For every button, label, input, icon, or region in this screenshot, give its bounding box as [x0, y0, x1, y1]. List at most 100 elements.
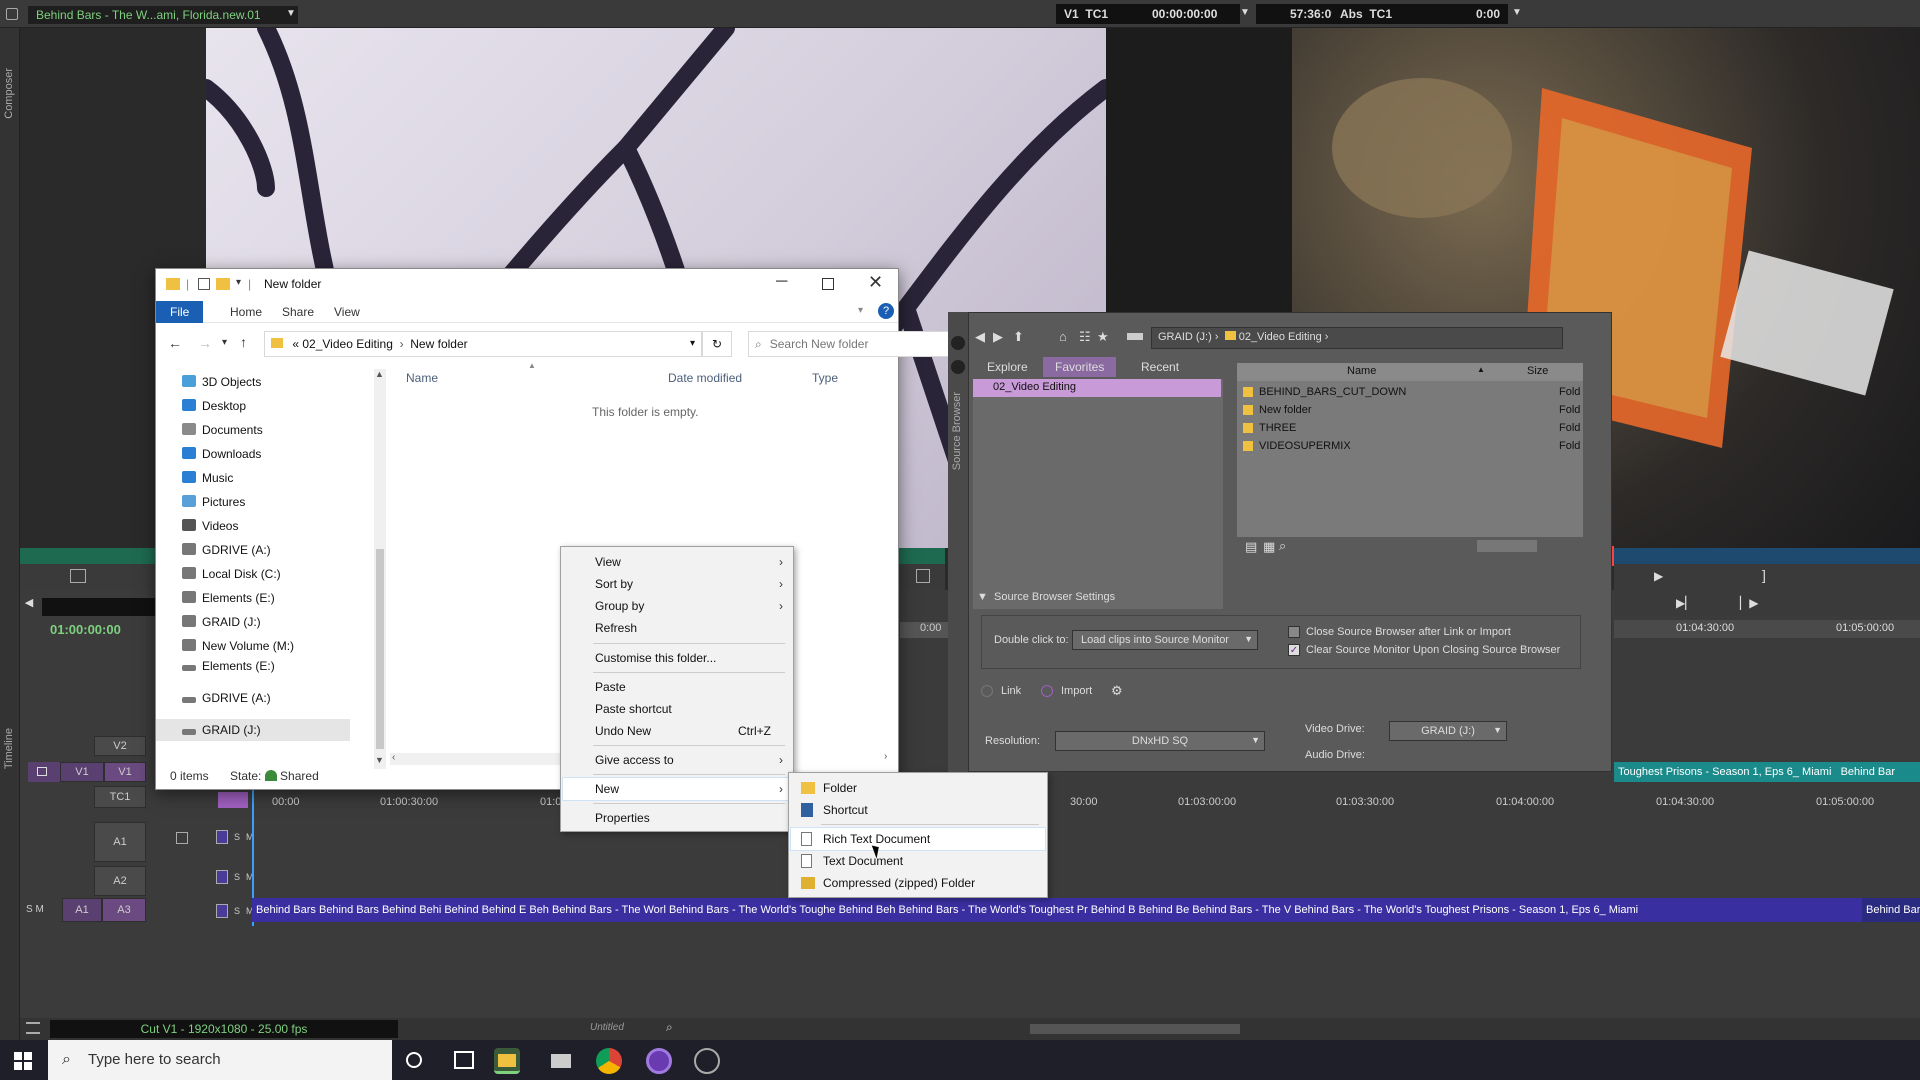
solo-toggle[interactable]: S [26, 904, 33, 915]
column-header-name[interactable]: Name [406, 371, 438, 385]
track-header-a1[interactable]: A1 [94, 822, 146, 862]
audio-record-icon[interactable] [216, 870, 228, 884]
mute-toggle[interactable]: M [35, 904, 43, 915]
explorer-titlebar[interactable]: | ▾ | New folder ─ ✕ [156, 269, 898, 301]
menu-item-paste[interactable]: Paste [563, 676, 791, 698]
scroll-thumb[interactable] [376, 549, 384, 749]
file-row[interactable]: VIDEOSUPERMIX Fold [1237, 437, 1583, 455]
forward-arrow-icon[interactable]: → [198, 335, 212, 351]
chevron-down-icon[interactable]: ▾ [690, 338, 695, 349]
drive-icon[interactable] [1127, 333, 1143, 340]
chevron-right-icon[interactable]: › [396, 337, 407, 351]
record-position-bar[interactable] [1614, 548, 1920, 564]
menu-item-give-access[interactable]: Give access to › [563, 749, 791, 771]
resolution-select[interactable]: DNxHD SQ ▼ [1055, 731, 1265, 751]
recent-locations-icon[interactable]: ▾ [222, 337, 227, 348]
clip-menu-icon[interactable] [70, 569, 86, 583]
position-indicator[interactable] [1612, 546, 1614, 566]
file-explorer-taskbar-icon[interactable] [494, 1048, 520, 1074]
menu-icon[interactable] [26, 1022, 40, 1034]
tab-favorites[interactable]: Favorites [1043, 357, 1117, 377]
menu-item-properties[interactable]: Properties [563, 807, 791, 829]
sequence-name[interactable]: Untitled [590, 1022, 624, 1033]
favorite-item[interactable]: 02_Video Editing [973, 379, 1221, 397]
step-forward-icon[interactable]: ▶▏ [1676, 596, 1694, 610]
import-radio[interactable] [1041, 685, 1053, 697]
up-arrow-icon[interactable]: ⬆ [1013, 329, 1024, 345]
tab-explore[interactable]: Explore [975, 357, 1040, 377]
collapse-icon[interactable]: ▼ [977, 591, 988, 603]
composer-menu-icon[interactable] [6, 8, 18, 20]
submenu-item-folder[interactable]: Folder [791, 777, 1045, 799]
close-icon[interactable] [951, 336, 965, 350]
source-track-v1[interactable] [28, 762, 60, 782]
nav-item[interactable]: Music [182, 467, 233, 489]
tab-recent[interactable]: Recent [1129, 357, 1191, 377]
back-arrow-icon[interactable]: ← [168, 335, 182, 351]
source-browser-path[interactable]: GRAID (J:) › 02_Video Editing › [1151, 327, 1563, 349]
tab-home[interactable]: Home [222, 303, 270, 323]
column-header-name[interactable]: Name [1347, 365, 1376, 377]
column-header-type[interactable]: Type [812, 371, 838, 385]
path-segment[interactable]: GRAID (J:) [1158, 331, 1212, 343]
chevron-down-icon[interactable]: ▼ [1512, 7, 1522, 18]
nav-item[interactable]: New Volume (M:) [182, 635, 294, 657]
menu-item-paste-shortcut[interactable]: Paste shortcut [563, 698, 791, 720]
chevron-right-icon[interactable]: › [1215, 331, 1219, 343]
solo-toggle[interactable]: S [234, 832, 240, 842]
close-icon[interactable] [951, 360, 965, 374]
address-bar[interactable]: « 02_Video Editing › New folder ▾ [264, 331, 702, 357]
nav-item[interactable]: 3D Objects [182, 371, 261, 393]
address-overflow[interactable]: « [292, 337, 299, 351]
home-icon[interactable]: ⌂ [1059, 329, 1067, 344]
chevron-right-icon[interactable]: › [1325, 331, 1329, 343]
gear-icon[interactable]: ⚙ [1111, 683, 1123, 699]
menu-item-undo-new[interactable]: Undo New Ctrl+Z [563, 720, 791, 742]
solo-toggle[interactable]: S [234, 872, 240, 882]
forward-arrow-icon[interactable]: ▶ [993, 329, 1003, 345]
submenu-item-rich-text[interactable]: Rich Text Document [790, 827, 1046, 851]
submenu-item-shortcut[interactable]: Shortcut [791, 799, 1045, 821]
go-to-end-icon[interactable]: ▏▶ [1740, 596, 1758, 610]
settings-header[interactable]: ▼ Source Browser Settings [977, 591, 1597, 605]
menu-item-group-by[interactable]: Group by › [563, 595, 791, 617]
a3-clip-strip[interactable]: Behind Bars Behind Bars Behind Behi Behi… [252, 898, 1862, 922]
track-header-tc1[interactable]: TC1 [94, 786, 146, 808]
app-taskbar-icon[interactable] [694, 1048, 720, 1074]
play-icon[interactable]: ▶ [1654, 569, 1663, 583]
play-back-icon[interactable]: ◀ [20, 590, 38, 616]
search-icon[interactable]: ⌕ [1279, 538, 1286, 554]
scroll-left-icon[interactable]: ‹ [392, 752, 395, 763]
task-view-icon[interactable] [454, 1051, 474, 1069]
double-click-select[interactable]: Load clips into Source Monitor ▼ [1072, 630, 1258, 650]
hierarchy-icon[interactable]: ☷ [1079, 329, 1091, 345]
mail-taskbar-icon[interactable] [548, 1048, 574, 1074]
video-drive-select[interactable]: GRAID (J:) ▼ [1389, 721, 1507, 741]
windows-start-icon[interactable] [14, 1052, 32, 1070]
project-title[interactable]: Behind Bars - The W...ami, Florida.new.0… [28, 6, 298, 24]
minimize-button[interactable]: ─ [776, 273, 787, 291]
track-header-a2[interactable]: A2 [94, 866, 146, 896]
nav-item-drive[interactable]: GRAID (J:) [156, 719, 350, 741]
source-track-label-a1[interactable]: A1 [62, 898, 102, 922]
grid-view-icon[interactable]: ▦ [1263, 539, 1275, 555]
menu-item-new[interactable]: New › [562, 777, 792, 801]
nav-item[interactable]: GDRIVE (A:) [182, 539, 271, 561]
chevron-down-icon[interactable]: ▼ [1240, 7, 1250, 18]
submenu-item-zipped-folder[interactable]: Compressed (zipped) Folder [791, 872, 1045, 894]
track-monitor-icon[interactable] [37, 767, 47, 776]
maximize-button[interactable] [822, 278, 834, 290]
list-view-icon[interactable]: ▤ [1245, 539, 1257, 555]
v1-clip[interactable]: Toughest Prisons - Season 1, Eps 6_ Miam… [1614, 762, 1920, 782]
search-icon[interactable]: ⌕ [666, 1020, 673, 1035]
star-icon[interactable]: ★ [1097, 329, 1109, 345]
menu-item-view[interactable]: View › [563, 551, 791, 573]
nav-item[interactable]: Desktop [182, 395, 246, 417]
tc-track-label[interactable]: V1 TC1 [1056, 4, 1144, 24]
chrome-taskbar-icon[interactable] [596, 1048, 622, 1074]
source-solo-mute[interactable]: S M [26, 898, 62, 922]
tab-view[interactable]: View [326, 303, 368, 323]
source-track-label-v1[interactable]: V1 [60, 762, 104, 782]
track-header-v2[interactable]: V2 [94, 736, 146, 756]
nav-item[interactable]: Local Disk (C:) [182, 563, 281, 585]
